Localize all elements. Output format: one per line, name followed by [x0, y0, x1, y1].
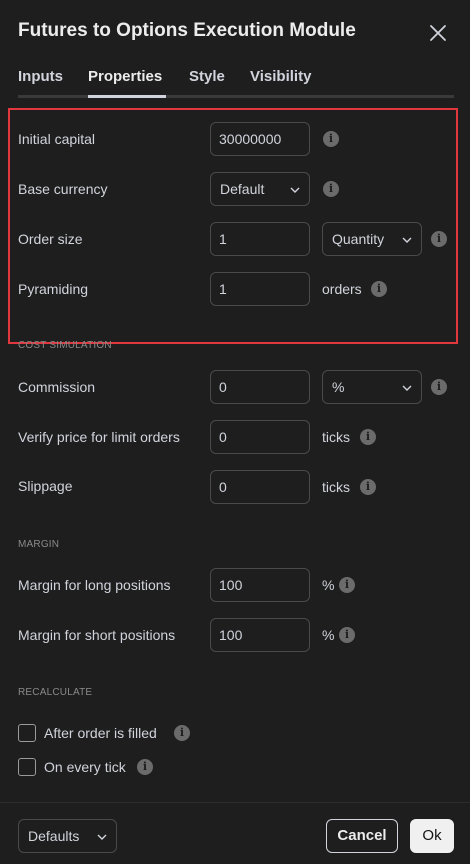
slippage-suffix: ticks	[322, 479, 350, 495]
info-icon[interactable]: i	[360, 479, 376, 495]
base-currency-label: Base currency	[18, 181, 108, 197]
chevron-down-icon	[97, 834, 107, 840]
close-icon	[430, 25, 446, 41]
initial-capital-label: Initial capital	[18, 131, 96, 147]
commission-input[interactable]: 0	[210, 370, 310, 404]
base-currency-select[interactable]: Default	[210, 172, 310, 206]
info-icon[interactable]: i	[339, 577, 355, 593]
info-icon[interactable]: i	[323, 131, 339, 147]
verify-price-input[interactable]: 0	[210, 420, 310, 454]
strategy-properties-dialog: Futures to Options Execution Module Inpu…	[0, 0, 470, 864]
dialog-title: Futures to Options Execution Module	[18, 20, 356, 41]
commission-unit-select[interactable]: %	[322, 370, 422, 404]
after-order-filled-label[interactable]: After order is filled	[44, 725, 157, 741]
on-every-tick-label[interactable]: On every tick	[44, 759, 126, 775]
close-button[interactable]	[425, 20, 451, 46]
commission-label: Commission	[18, 379, 96, 395]
order-size-unit-select[interactable]: Quantity	[322, 222, 422, 256]
pyramiding-label: Pyramiding	[18, 281, 89, 297]
active-tab-indicator	[88, 95, 166, 98]
chevron-down-icon	[402, 237, 412, 243]
margin-long-suffix: %	[322, 577, 335, 593]
defaults-label: Defaults	[28, 828, 80, 844]
initial-capital-input[interactable]: 30000000	[210, 122, 310, 156]
verify-price-suffix: ticks	[322, 429, 350, 445]
cost-simulation-heading: COST SIMULATION	[18, 340, 112, 351]
order-size-label: Order size	[18, 231, 83, 247]
info-icon[interactable]: i	[371, 281, 387, 297]
order-size-input[interactable]: 1	[210, 222, 310, 256]
on-every-tick-checkbox[interactable]	[18, 758, 36, 776]
defaults-dropdown[interactable]: Defaults	[18, 819, 117, 853]
margin-long-input[interactable]: 100	[210, 568, 310, 602]
base-currency-value: Default	[220, 181, 265, 197]
verify-price-label: Verify price for limit orders	[18, 429, 180, 445]
pyramiding-input[interactable]: 1	[210, 272, 310, 306]
chevron-down-icon	[402, 385, 412, 391]
footer-divider	[0, 802, 470, 803]
margin-short-input[interactable]: 100	[210, 618, 310, 652]
margin-long-label: Margin for long positions	[18, 577, 171, 593]
info-icon[interactable]: i	[431, 379, 447, 395]
info-icon[interactable]: i	[431, 231, 447, 247]
after-order-filled-checkbox[interactable]	[18, 724, 36, 742]
slippage-input[interactable]: 0	[210, 470, 310, 504]
recalculate-heading: RECALCULATE	[18, 687, 93, 698]
cancel-button[interactable]: Cancel	[326, 819, 398, 853]
tab-track	[18, 95, 454, 98]
tab-inputs[interactable]: Inputs	[18, 68, 63, 85]
tab-visibility[interactable]: Visibility	[250, 68, 311, 85]
info-icon[interactable]: i	[360, 429, 376, 445]
commission-unit-value: %	[332, 379, 345, 395]
tab-style[interactable]: Style	[189, 68, 225, 85]
info-icon[interactable]: i	[323, 181, 339, 197]
margin-short-label: Margin for short positions	[18, 627, 176, 643]
pyramiding-suffix: orders	[322, 281, 362, 297]
chevron-down-icon	[290, 187, 300, 193]
ok-button[interactable]: Ok	[410, 819, 454, 853]
slippage-label: Slippage	[18, 478, 73, 494]
tab-bar: Inputs Properties Style Visibility	[18, 66, 454, 98]
info-icon[interactable]: i	[339, 627, 355, 643]
info-icon[interactable]: i	[174, 725, 190, 741]
margin-heading: MARGIN	[18, 539, 60, 550]
order-size-unit-value: Quantity	[332, 231, 385, 247]
tab-properties[interactable]: Properties	[88, 68, 162, 85]
margin-short-suffix: %	[322, 627, 335, 643]
info-icon[interactable]: i	[137, 759, 153, 775]
